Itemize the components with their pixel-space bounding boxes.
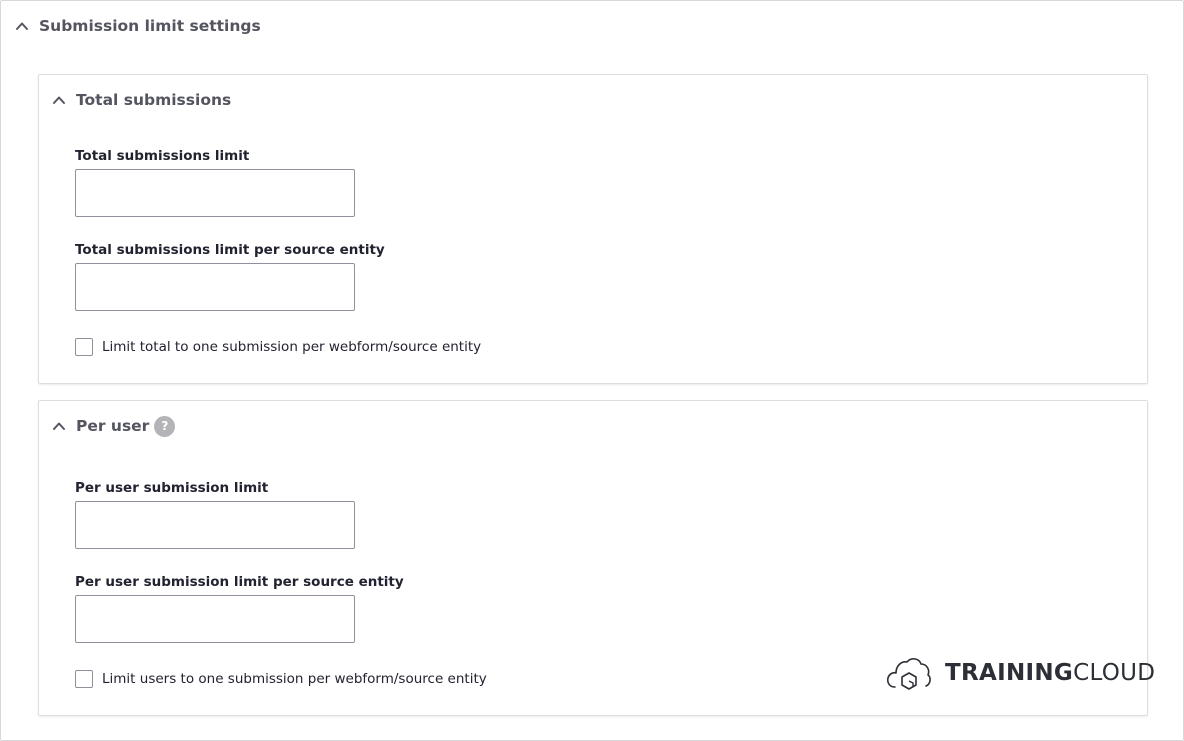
brand-wordmark-bold: TRAINING <box>945 660 1074 686</box>
limit-users-checkbox-label: Limit users to one submission per webfor… <box>102 671 487 687</box>
per-user-toggle[interactable]: Per user ? <box>52 415 176 437</box>
total-submissions-limit-label: Total submissions limit <box>75 148 250 164</box>
total-submissions-fieldset: Total submissions Total submissions limi… <box>38 74 1148 384</box>
submission-limit-settings-toggle[interactable]: Submission limit settings <box>15 15 261 37</box>
per-user-title: Per user <box>76 417 150 435</box>
chevron-up-icon <box>53 422 65 430</box>
per-user-limit-input[interactable] <box>75 501 355 549</box>
chevron-up-icon <box>16 22 28 30</box>
per-user-per-source-label: Per user submission limit per source ent… <box>75 574 404 590</box>
help-icon[interactable]: ? <box>154 415 176 437</box>
total-submissions-per-source-label: Total submissions limit per source entit… <box>75 242 385 258</box>
limit-total-checkbox-row[interactable]: Limit total to one submission per webfor… <box>75 338 481 356</box>
brand-wordmark: TRAININGCLOUD <box>945 660 1155 686</box>
limit-users-checkbox-row[interactable]: Limit users to one submission per webfor… <box>75 670 487 688</box>
trainingcloud-logo: TRAININGCLOUD <box>885 652 1155 694</box>
limit-users-checkbox[interactable] <box>75 670 93 688</box>
total-submissions-limit-input[interactable] <box>75 169 355 217</box>
total-submissions-per-source-input[interactable] <box>75 263 355 311</box>
brand-wordmark-light: CLOUD <box>1073 660 1156 686</box>
cloud-logo-icon <box>886 658 931 690</box>
per-user-limit-label: Per user submission limit <box>75 480 269 496</box>
total-submissions-title: Total submissions <box>76 91 232 109</box>
submission-limit-settings-fieldset: Submission limit settings Total submissi… <box>0 0 1184 741</box>
chevron-up-icon <box>53 96 65 104</box>
total-submissions-toggle[interactable]: Total submissions <box>52 89 231 111</box>
submission-limit-settings-title: Submission limit settings <box>39 17 261 35</box>
limit-total-checkbox[interactable] <box>75 338 93 356</box>
per-user-per-source-input[interactable] <box>75 595 355 643</box>
limit-total-checkbox-label: Limit total to one submission per webfor… <box>102 339 482 355</box>
